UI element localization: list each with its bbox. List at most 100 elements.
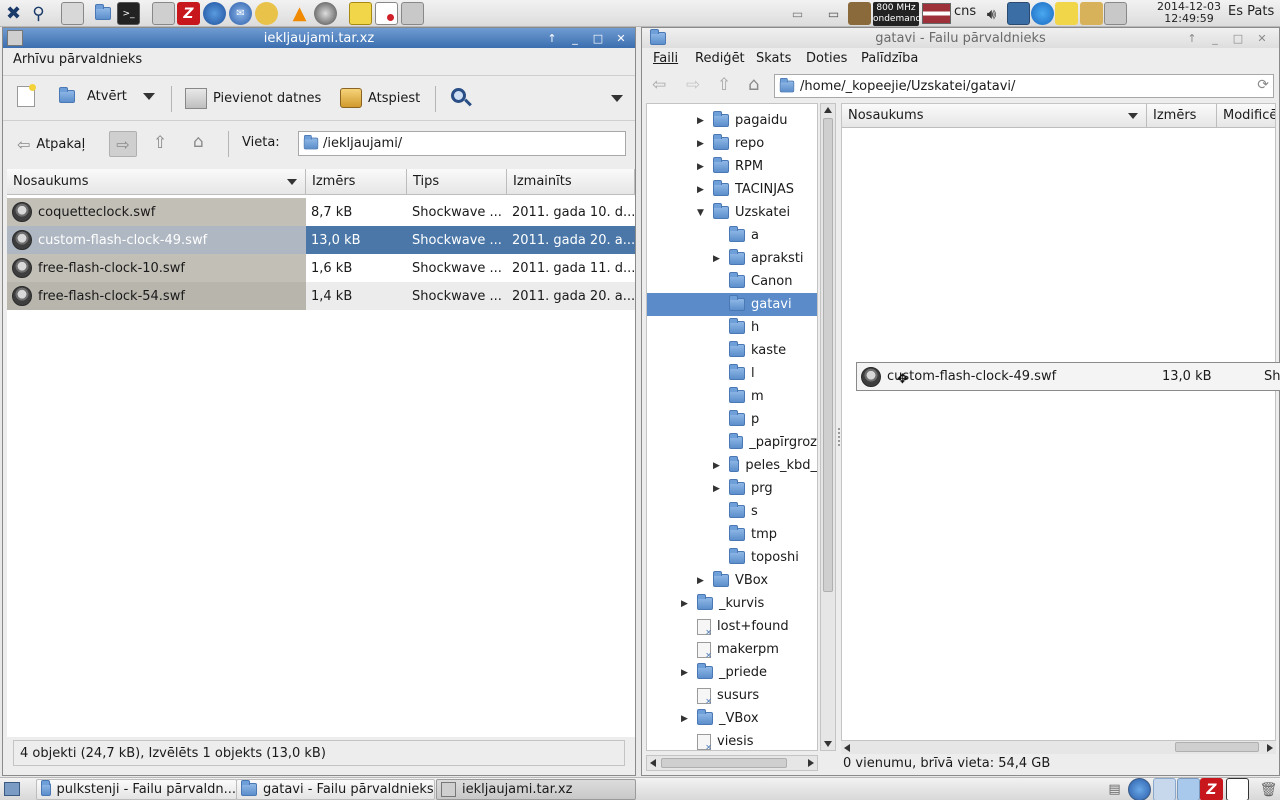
paint-icon[interactable] <box>255 2 278 25</box>
terminal-icon[interactable]: >_ <box>117 2 140 25</box>
tree-item[interactable]: toposhi <box>647 546 817 569</box>
add-files-button[interactable]: Pievienot datnes <box>185 88 321 109</box>
mail-icon[interactable]: ✉ <box>229 2 252 25</box>
pane-splitter-icon[interactable] <box>838 428 840 446</box>
refresh-icon[interactable]: ⟳ <box>1257 77 1269 93</box>
workspace-2-icon[interactable] <box>1177 778 1200 800</box>
tree-item[interactable]: ▶ repo <box>647 132 817 155</box>
home-icon[interactable]: ⌂ <box>748 74 759 95</box>
maximize-icon[interactable]: □ <box>589 30 607 46</box>
tree-item[interactable]: a <box>647 224 817 247</box>
task-archive[interactable]: iekljaujami.tar.xz <box>436 779 636 800</box>
open-recent-dropdown-icon[interactable] <box>143 93 155 100</box>
drive-icon[interactable]: ▭ <box>822 2 845 25</box>
tree-item[interactable]: s <box>647 500 817 523</box>
workspace-3-icon[interactable] <box>1226 778 1249 800</box>
table-row[interactable]: free-flash-clock-54.swf 1,4 kB Shockwave… <box>7 282 635 310</box>
forward-arrow-icon[interactable]: ⇨ <box>686 75 700 95</box>
new-archive-button[interactable] <box>17 84 36 107</box>
latvian-flag-icon[interactable] <box>922 3 951 24</box>
table-row[interactable]: coquetteclock.swf 8,7 kB Shockwave ... 2… <box>7 198 635 226</box>
extract-button[interactable]: Atspiest <box>340 88 420 108</box>
screenshot-icon[interactable] <box>401 2 424 25</box>
table-row[interactable]: free-flash-clock-10.swf 1,6 kB Shockwave… <box>7 254 635 282</box>
tree-item[interactable]: ▶ pagaidu <box>647 109 817 132</box>
tree-item[interactable]: _papīrgroz <box>647 431 817 454</box>
scroll-left-icon[interactable] <box>844 744 850 752</box>
tree-item[interactable]: ▶ prg <box>647 477 817 500</box>
tree-item[interactable]: ▶ TACINJAS <box>647 178 817 201</box>
menu-palidziba[interactable]: Palīdzība <box>861 51 918 66</box>
expander-collapsed-icon[interactable]: ▶ <box>697 162 704 172</box>
clipboard-icon[interactable] <box>1080 2 1103 25</box>
close-icon[interactable]: ✕ <box>612 30 630 46</box>
expander-collapsed-icon[interactable]: ▶ <box>681 668 688 678</box>
file-manager-icon[interactable] <box>91 2 114 25</box>
expander-collapsed-icon[interactable]: ▶ <box>713 254 720 264</box>
minimize-icon[interactable]: _ <box>566 30 584 46</box>
back-button[interactable]: ⇦ Atpakaļ <box>17 135 85 154</box>
tree-item[interactable]: l <box>647 362 817 385</box>
expander-expanded-icon[interactable]: ▼ <box>697 208 704 218</box>
tree-item[interactable]: ▶ _priede <box>647 661 817 684</box>
list-horizontal-scrollbar[interactable] <box>841 740 1276 754</box>
tree-item[interactable]: ▶ VBox <box>647 569 817 592</box>
filezilla-icon[interactable]: Z <box>177 2 200 25</box>
usb-icon[interactable]: ▭ <box>786 2 809 25</box>
maximize-icon[interactable]: □ <box>1229 30 1247 46</box>
expander-collapsed-icon[interactable]: ▶ <box>697 116 704 126</box>
tree-item[interactable]: ▼ Uzskatei <box>647 201 817 224</box>
menu-skats[interactable]: Skats <box>756 51 791 66</box>
app-menu-icon[interactable]: ✖ <box>2 2 25 25</box>
path-input[interactable]: /home/_kopeejie/Uzskatei/gatavi/ ⟳ <box>774 74 1274 98</box>
notes-tray-icon[interactable] <box>1055 2 1078 25</box>
tree-item[interactable]: kaste <box>647 339 817 362</box>
workspace-1-icon[interactable] <box>1153 778 1176 800</box>
devices-icon[interactable] <box>1104 2 1127 25</box>
expander-collapsed-icon[interactable]: ▶ <box>713 461 720 471</box>
location-input[interactable]: /iekljaujami/ <box>298 131 626 156</box>
minimize-icon[interactable]: _ <box>1206 30 1224 46</box>
column-modified-header[interactable]: Modificē <box>1217 104 1275 128</box>
expander-collapsed-icon[interactable]: ▶ <box>697 185 704 195</box>
printer-icon[interactable]: ▤ <box>1103 778 1126 800</box>
tree-item[interactable]: lost+found <box>647 615 817 638</box>
scroll-right-icon[interactable] <box>808 759 814 767</box>
keyboard-layout[interactable]: cns <box>954 5 976 18</box>
column-size-header[interactable]: Izmērs <box>1147 104 1217 128</box>
text-editor-icon[interactable] <box>61 2 84 25</box>
tree-horizontal-scrollbar[interactable] <box>646 755 818 771</box>
expander-collapsed-icon[interactable]: ▶ <box>713 484 720 494</box>
media-icon[interactable] <box>314 2 337 25</box>
expander-collapsed-icon[interactable]: ▶ <box>681 714 688 724</box>
task-pulkstenji[interactable]: pulkstenji - Failu pārvaldn... <box>36 779 237 800</box>
forward-button[interactable]: ⇨ <box>109 131 137 157</box>
tree-item[interactable]: Canon <box>647 270 817 293</box>
vlc-icon[interactable]: ▲ <box>288 2 311 25</box>
trash-icon[interactable]: 🗑︎ <box>1257 778 1280 800</box>
scroll-up-icon[interactable] <box>824 107 832 113</box>
task-gatavi[interactable]: gatavi - Failu pārvaldnieks <box>236 779 435 800</box>
tree-vertical-scrollbar[interactable] <box>820 103 836 751</box>
column-name-header[interactable]: Nosaukums <box>7 169 306 195</box>
tray-browser-icon[interactable] <box>1128 778 1151 800</box>
find-button[interactable] <box>449 86 473 110</box>
back-arrow-icon[interactable]: ⇦ <box>652 75 666 95</box>
file-manager-titlebar[interactable]: gatavi - Failu pārvaldnieks ↑ _ □ ✕ <box>642 28 1279 48</box>
browser-icon[interactable] <box>203 2 226 25</box>
screen-record-icon[interactable] <box>375 2 398 25</box>
scroll-down-icon[interactable] <box>824 741 832 747</box>
menu-rediget[interactable]: Rediģēt <box>695 51 745 66</box>
tree-item[interactable]: ▶ apraksti <box>647 247 817 270</box>
expander-collapsed-icon[interactable]: ▶ <box>697 576 704 586</box>
table-row-selected[interactable]: custom-flash-clock-49.swf 13,0 kB Shockw… <box>7 226 635 254</box>
home-button[interactable]: ⌂ <box>193 132 204 152</box>
tree-item[interactable]: viesis <box>647 730 817 750</box>
column-type-header[interactable]: Tips <box>407 169 507 195</box>
column-modified-header[interactable]: Izmainīts <box>507 169 635 195</box>
tree-item[interactable]: p <box>647 408 817 431</box>
tree-item[interactable]: tmp <box>647 523 817 546</box>
scroll-left-icon[interactable] <box>650 759 656 767</box>
keep-above-icon[interactable]: ↑ <box>543 30 561 46</box>
menu-doties[interactable]: Doties <box>806 51 847 66</box>
